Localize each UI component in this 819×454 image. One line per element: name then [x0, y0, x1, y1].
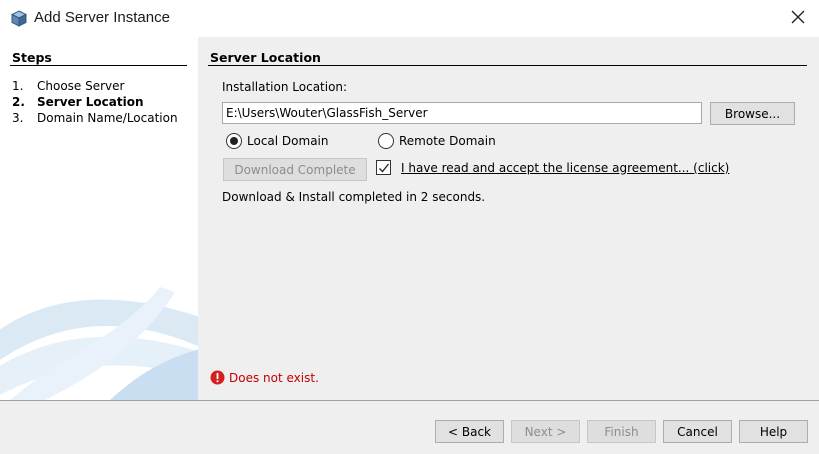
steps-panel: Steps 1. Choose Server 2. Server Location … [0, 37, 198, 400]
section-divider [208, 65, 807, 66]
remote-domain-option[interactable]: Remote Domain [378, 133, 496, 149]
download-button: Download Complete [223, 158, 367, 181]
step-label: Domain Name/Location [37, 111, 178, 125]
close-icon [791, 10, 805, 27]
close-button[interactable] [780, 2, 816, 34]
step-label: Server Location [37, 95, 144, 109]
error-message: Does not exist. [229, 370, 319, 385]
remote-domain-radio[interactable] [378, 133, 394, 149]
step-number: 1. [12, 79, 24, 93]
license-agreement-row[interactable]: I have read and accept the license agree… [376, 160, 729, 175]
error-message-row: Does not exist. [210, 370, 319, 385]
finish-button: Finish [587, 420, 656, 443]
installation-location-label: Installation Location: [222, 80, 348, 94]
step-label: Choose Server [37, 79, 125, 93]
local-domain-option[interactable]: Local Domain [226, 133, 328, 149]
server-location-panel: Server Location Installation Location: B… [198, 37, 819, 400]
license-checkbox[interactable] [376, 160, 391, 175]
installation-path-input[interactable] [222, 102, 702, 124]
cube-icon [10, 10, 28, 27]
step-item-server-location: 2. Server Location [12, 94, 178, 110]
error-icon [210, 370, 225, 385]
step-number: 2. [12, 95, 25, 109]
checkmark-icon [378, 163, 389, 172]
step-item-domain-name-location: 3. Domain Name/Location [12, 110, 178, 126]
license-agreement-link[interactable]: I have read and accept the license agree… [401, 161, 729, 175]
steps-divider [10, 65, 187, 66]
window-title: Add Server Instance [34, 9, 170, 26]
next-button: Next > [511, 420, 580, 443]
step-number: 3. [12, 111, 24, 125]
remote-domain-label: Remote Domain [399, 134, 496, 148]
step-item-choose-server: 1. Choose Server [12, 78, 178, 94]
button-bar: < Back Next > Finish Cancel Help [0, 400, 819, 454]
local-domain-label: Local Domain [247, 134, 329, 148]
back-button[interactable]: < Back [435, 420, 504, 443]
section-title: Server Location [210, 50, 321, 65]
status-message: Download & Install completed in 2 second… [222, 190, 486, 204]
steps-list: 1. Choose Server 2. Server Location 3. Doma… [12, 78, 178, 126]
decorative-swoosh [0, 287, 198, 400]
help-button[interactable]: Help [739, 420, 808, 443]
steps-heading: Steps [12, 50, 52, 65]
title-bar: Add Server Instance [0, 0, 819, 37]
browse-button[interactable]: Browse... [710, 102, 795, 125]
local-domain-radio[interactable] [226, 133, 242, 149]
cancel-button[interactable]: Cancel [663, 420, 732, 443]
